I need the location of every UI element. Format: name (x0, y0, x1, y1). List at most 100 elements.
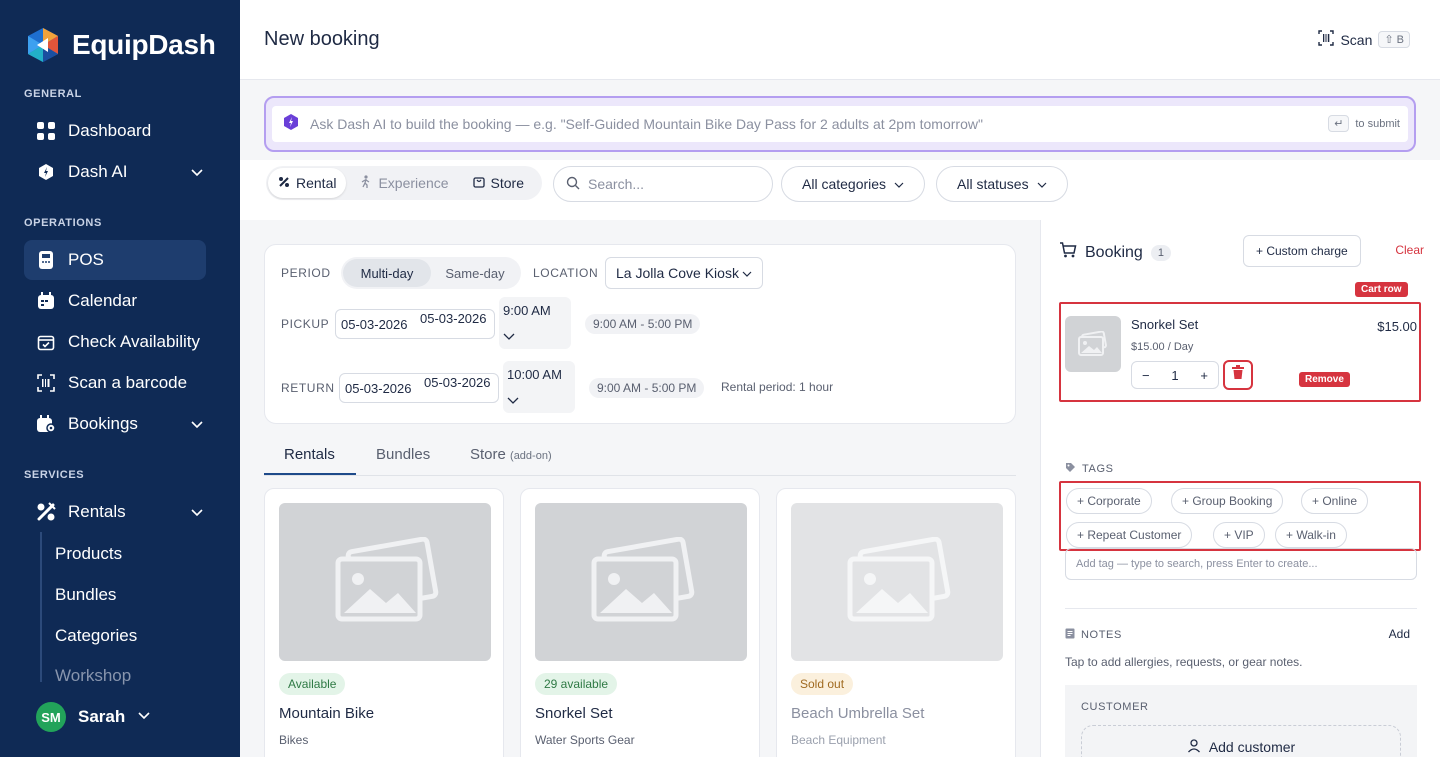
user-name: Sarah (78, 707, 126, 726)
location-select[interactable]: La Jolla Cove Kiosk (605, 257, 763, 289)
brand[interactable]: EquipDash (24, 26, 216, 64)
sidebar-subitem-products[interactable]: Products (55, 544, 122, 564)
statuses-dropdown[interactable]: All statuses (936, 166, 1068, 202)
dash-ai-input[interactable]: Ask Dash AI to build the booking — e.g. … (272, 106, 1408, 142)
pickup-date-overlay: 05-03-2026 (420, 311, 487, 326)
product-card[interactable]: Available Mountain Bike Bikes (264, 488, 504, 757)
status-badge: Available (279, 673, 346, 695)
sidebar-item-calendar[interactable]: Calendar (24, 281, 206, 321)
categories-dropdown[interactable]: All categories (781, 166, 926, 202)
section-services: SERVICES (24, 469, 85, 481)
tag-chip-online[interactable]: + Online (1301, 488, 1369, 514)
tags-section-label: TAGS (1065, 462, 1114, 476)
increment-button[interactable]: + (1200, 368, 1208, 383)
return-date-input[interactable]: 05-03-2026 05-03-2026 (339, 373, 499, 403)
add-note-button[interactable]: Add (1389, 627, 1410, 641)
sidebar-item-pos[interactable]: POS (24, 240, 206, 280)
pickup-date-input[interactable]: 05-03-2026 05-03-2026 (335, 309, 495, 339)
same-day-button[interactable]: Same-day (431, 259, 519, 287)
return-time-select[interactable]: 10:00 AM (503, 361, 575, 413)
chevron-down-icon (503, 329, 515, 344)
mode-store-button[interactable]: Store (463, 168, 534, 198)
customer-label: CUSTOMER (1081, 701, 1149, 713)
sidebar-item-bookings[interactable]: Bookings (24, 404, 206, 444)
quantity-stepper: − 1 + (1131, 361, 1219, 389)
pickup-time-select[interactable]: 9:00 AM (499, 297, 571, 349)
tag-chip-walk-in[interactable]: + Walk-in (1275, 522, 1347, 548)
add-customer-button[interactable]: Add customer (1081, 725, 1401, 757)
return-label: RETURN (281, 381, 335, 395)
cart-icon (1059, 242, 1077, 263)
sidebar-item-dashboard[interactable]: Dashboard (24, 111, 206, 151)
image-placeholder-icon (791, 503, 1003, 661)
pos-terminal-icon (36, 250, 56, 270)
section-operations: OPERATIONS (24, 217, 102, 229)
mode-label: Experience (378, 175, 449, 191)
user-menu[interactable]: SM Sarah (36, 702, 151, 732)
search-input[interactable]: Search... (553, 166, 773, 202)
period-segmented-control: Multi-day Same-day (341, 257, 521, 289)
status-badge: 29 available (535, 673, 618, 695)
scan-label: Scan (1340, 31, 1373, 48)
product-name: Mountain Bike (279, 705, 375, 722)
customer-section: CUSTOMER Add customer (1065, 685, 1417, 757)
mode-segmented-control: Rental Experience Store (266, 166, 542, 200)
decrement-button[interactable]: − (1142, 368, 1150, 383)
sidebar-subitem-bundles[interactable]: Bundles (55, 585, 116, 605)
mode-label: Store (490, 175, 524, 191)
chevron-down-icon[interactable] (190, 416, 204, 436)
tag-chip-group-booking[interactable]: + Group Booking (1171, 488, 1284, 514)
calendar-icon (36, 291, 56, 311)
add-customer-label: Add customer (1208, 739, 1296, 755)
tag-suggestions: + Corporate + Group Booking + Online + R… (1059, 481, 1421, 551)
product-category: Water Sports Gear (535, 733, 635, 747)
tab-store[interactable]: Store (add-on) (470, 446, 552, 463)
hiker-icon (360, 174, 372, 192)
notes-icon (1065, 628, 1075, 642)
scan-button[interactable]: Scan ⇧ B (1318, 30, 1410, 49)
sidebar-item-label: Rentals (68, 502, 126, 521)
tab-rentals[interactable]: Rentals (284, 446, 335, 463)
remove-item-button[interactable] (1223, 360, 1253, 390)
product-name: Snorkel Set (535, 705, 613, 722)
tag-input[interactable]: Add tag — type to search, press Enter to… (1065, 548, 1417, 580)
period-card: PERIOD Multi-day Same-day LOCATION La Jo… (264, 244, 1016, 424)
pickup-date-value: 05-03-2026 (341, 317, 408, 332)
ai-hexagon-icon (36, 162, 56, 182)
booking-count-badge: 1 (1150, 244, 1171, 261)
sidebar-subitem-categories[interactable]: Categories (55, 626, 137, 646)
chevron-down-icon (507, 393, 519, 408)
search-icon (566, 176, 580, 193)
rental-period-text: Rental period: 1 hour (721, 380, 834, 394)
shopping-bag-icon (472, 175, 485, 191)
tag-chip-repeat-customer[interactable]: + Repeat Customer (1066, 522, 1193, 548)
cart-item-name: Snorkel Set (1131, 317, 1199, 332)
booking-title: Booking (1085, 243, 1143, 261)
calendar-settings-icon (36, 414, 56, 434)
clear-button[interactable]: Clear (1395, 243, 1424, 257)
tab-bundles[interactable]: Bundles (376, 446, 430, 463)
product-card[interactable]: Sold out Beach Umbrella Set Beach Equipm… (776, 488, 1016, 757)
sidebar-item-check-availability[interactable]: Check Availability (24, 322, 206, 362)
chevron-down-icon[interactable] (190, 504, 204, 524)
multi-day-button[interactable]: Multi-day (343, 259, 431, 287)
sidebar-item-dash-ai[interactable]: Dash AI (24, 152, 206, 192)
active-tab-indicator (264, 473, 356, 475)
sidebar-item-rentals[interactable]: Rentals (24, 492, 206, 532)
sidebar-subitem-workshop[interactable]: Workshop (55, 666, 131, 686)
sidebar-item-scan-barcode[interactable]: Scan a barcode (24, 363, 206, 403)
mode-experience-button[interactable]: Experience (350, 168, 458, 198)
tag-chip-vip[interactable]: + VIP (1213, 522, 1265, 548)
return-date-overlay: 05-03-2026 (424, 375, 491, 390)
custom-charge-button[interactable]: + Custom charge (1243, 235, 1361, 267)
brand-name: EquipDash (72, 29, 216, 60)
calendar-check-icon (36, 332, 56, 352)
notes-hint[interactable]: Tap to add allergies, requests, or gear … (1065, 655, 1302, 669)
booking-header: Booking 1 (1059, 242, 1171, 263)
product-card[interactable]: 29 available Snorkel Set Water Sports Ge… (520, 488, 760, 757)
tag-chip-corporate[interactable]: + Corporate (1066, 488, 1152, 514)
chevron-down-icon[interactable] (190, 164, 204, 184)
mode-rental-button[interactable]: Rental (268, 168, 347, 198)
search-placeholder: Search... (588, 176, 645, 192)
avatar: SM (36, 702, 66, 732)
